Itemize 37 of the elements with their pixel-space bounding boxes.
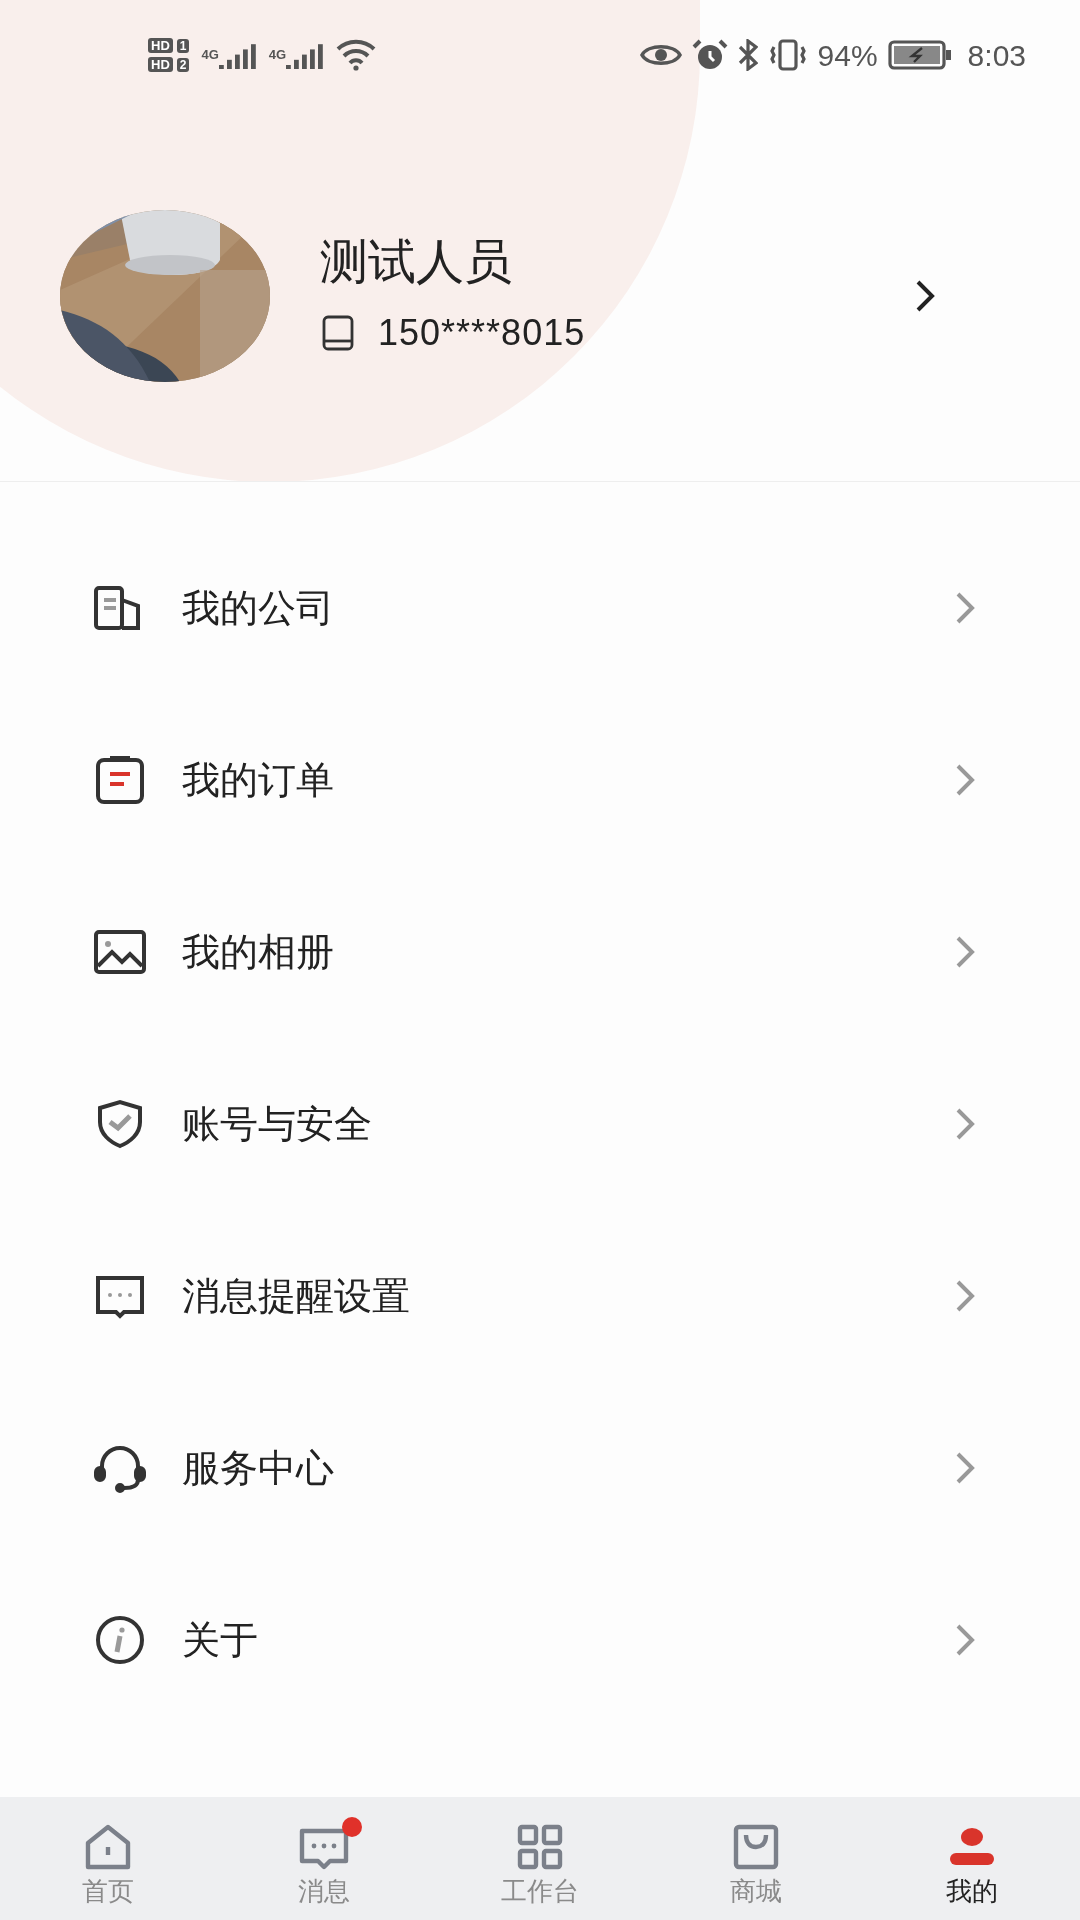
menu-label: 我的订单 [182,757,335,803]
user-name: 测试人员 [320,233,513,290]
menu-item[interactable]: 账号与安全 [0,1038,1080,1210]
tab-label: 工作台 [501,1875,579,1908]
network-label: 4G [268,46,287,64]
menu-item[interactable]: 我的相册 [0,866,1080,1038]
menu-item[interactable]: 我的订单 [0,694,1080,866]
tab-label: 我的 [946,1875,998,1908]
menu-label: 关于 [182,1617,259,1663]
menu-label: 我的公司 [182,585,335,631]
vibrate-icon [767,39,808,71]
menu-label: 我的相册 [182,929,335,975]
clock: 8:03 [967,37,1026,74]
battery-icon [887,40,952,70]
tab-label: 首页 [82,1875,134,1908]
phone-icon [320,314,356,351]
signal-icon [218,41,257,69]
wifi-icon [336,39,377,71]
bluetooth-icon [737,39,758,71]
menu-item[interactable]: 消息提醒设置 [0,1210,1080,1382]
eye-icon [639,42,682,68]
menu-label: 服务中心 [182,1445,335,1491]
hd-label: HD [148,38,173,53]
tab-item[interactable]: 我的 [864,1809,1080,1908]
phone-number: 150****8015 [378,310,586,355]
menu-label: 账号与安全 [182,1101,373,1147]
menu-item[interactable]: 服务中心 [0,1382,1080,1554]
menu-label: 消息提醒设置 [182,1273,411,1319]
menu-item[interactable]: 关于 [0,1554,1080,1726]
network-label: 4G [201,46,219,64]
menu-item[interactable]: 我的公司 [0,522,1080,694]
signal-icon [286,41,325,69]
tab-label: 商城 [730,1875,782,1908]
tab-label: 消息 [298,1875,350,1908]
hd-label: HD [148,57,173,72]
alarm-icon [691,39,728,71]
battery-percent: 94% [817,37,878,74]
